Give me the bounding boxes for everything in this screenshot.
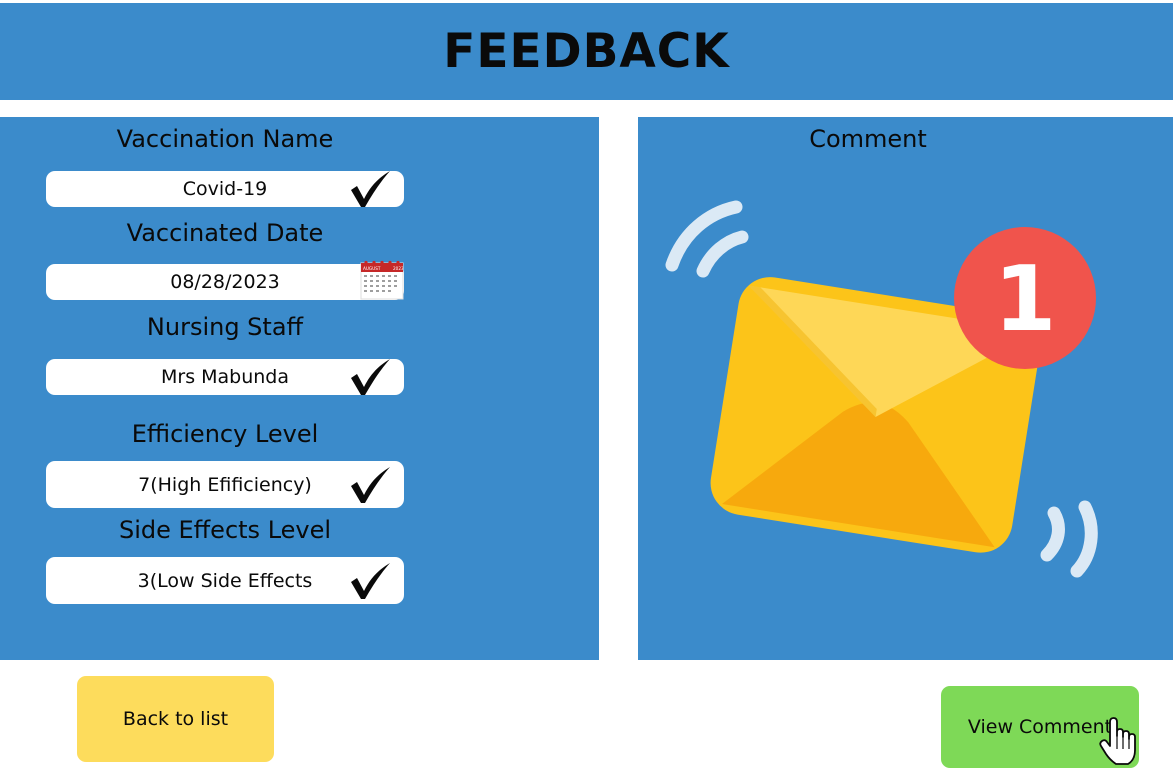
checkmark-icon [351,466,390,503]
checkmark-icon [351,171,390,207]
checkmark-icon [351,359,390,395]
vaccinated-date-field[interactable]: 08/28/2023 AUGUST 2023 [46,260,404,300]
comment-panel: Comment 1 [638,117,1173,660]
vaccinated-date-label: Vaccinated Date [126,219,324,247]
vaccination-name-label: Vaccination Name [116,125,334,153]
calendar-year-text: 2023 [393,266,404,271]
nursing-staff-label: Nursing Staff [146,313,304,341]
back-to-list-button[interactable]: Back to list [77,676,274,762]
header-bar: FEEDBACK [0,3,1173,100]
vaccination-name-field[interactable]: Covid-19 [46,171,404,207]
efficiency-level-field[interactable]: 7(High Efificiency) [46,461,404,508]
feedback-details-panel: Vaccination Name Covid-19 Vaccinated Dat… [0,117,599,660]
side-effects-level-label: Side Effects Level [118,516,332,544]
checkmark-icon [351,562,390,599]
efficiency-level-label: Efficiency Level [131,420,319,448]
page-title: FEEDBACK [443,24,730,79]
vaccinated-date-value: 08/28/2023 [170,271,280,293]
side-effects-level-field[interactable]: 3(Low Side Effects [46,557,404,604]
calendar-icon[interactable]: AUGUST 2023 [360,260,404,300]
nursing-staff-field[interactable]: Mrs Mabunda [46,359,404,395]
notification-count: 1 [994,247,1057,352]
hand-cursor-icon [1099,717,1136,765]
calendar-month-text: AUGUST [363,266,381,271]
envelope-notification-icon: 1 [665,200,1098,578]
